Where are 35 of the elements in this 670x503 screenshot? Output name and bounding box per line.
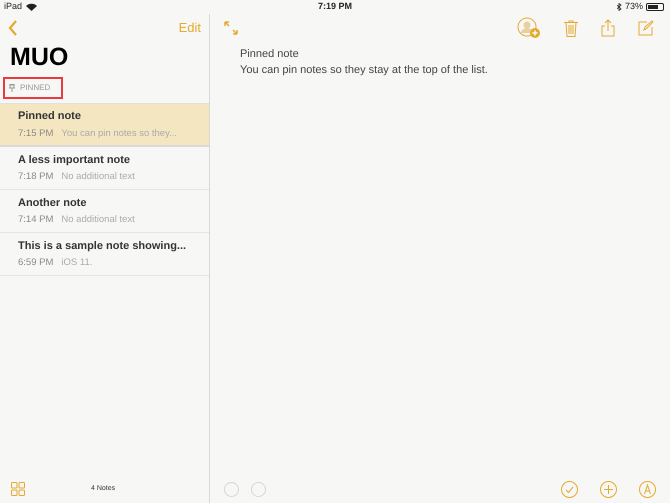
bluetooth-icon — [616, 3, 622, 11]
note-time: 7:15 PM — [18, 126, 54, 141]
wifi-icon — [26, 3, 38, 11]
plus-icon[interactable] — [600, 480, 617, 498]
note-text-line: You can pin notes so they stay at the top of the list. — [240, 63, 489, 78]
pin-icon — [9, 84, 15, 92]
note-list-item[interactable]: A less important note 7:18 PM No additional text — [0, 147, 209, 190]
share-icon[interactable] — [601, 19, 615, 37]
note-preview: No additional text — [61, 213, 135, 228]
note-text-line: Pinned note — [240, 47, 300, 62]
markup-icon[interactable] — [639, 480, 656, 498]
note-preview: No additional text — [61, 170, 135, 184]
note-preview: You can pin notes so they... — [61, 126, 178, 141]
battery-percent: 73% — [624, 0, 643, 14]
back-chevron-icon[interactable] — [8, 20, 18, 36]
status-time: 7:19 PM — [318, 0, 352, 14]
battery-icon — [646, 3, 664, 11]
undo-icon[interactable] — [224, 482, 239, 496]
add-person-icon[interactable] — [517, 17, 541, 39]
pinned-section-header: PINNED — [3, 77, 63, 99]
note-list-item[interactable]: This is a sample note showing... 6:59 PM iOS 11. — [0, 233, 209, 276]
note-list-item[interactable]: Pinned note 7:15 PM You can pin notes so they... — [0, 104, 209, 147]
note-preview: iOS 11. — [61, 256, 92, 270]
expand-icon[interactable] — [224, 21, 238, 35]
folder-title: MUO — [9, 42, 70, 72]
device-name: iPad — [4, 0, 22, 14]
checklist-icon[interactable] — [561, 480, 578, 498]
compose-icon[interactable] — [638, 20, 654, 36]
note-time: 7:14 PM — [18, 213, 54, 228]
note-time: 6:59 PM — [18, 256, 54, 270]
grid-icon[interactable] — [11, 482, 25, 496]
note-time: 7:18 PM — [18, 170, 54, 184]
note-list-item[interactable]: Another note 7:14 PM No additional text — [0, 190, 209, 233]
redo-icon[interactable] — [251, 482, 266, 496]
trash-icon[interactable] — [564, 20, 578, 36]
